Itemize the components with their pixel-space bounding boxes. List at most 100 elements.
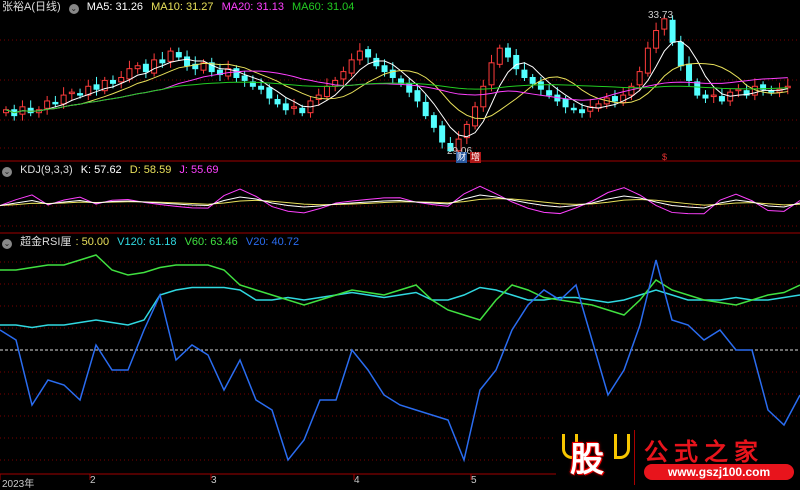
candle-down [439,125,446,143]
candle-down [504,47,511,58]
kdj-j: J: 55.69 [179,164,219,176]
candle-down [546,90,553,96]
candle-down [430,115,437,128]
ma5-value: MA5: 31.26 [86,1,144,13]
logo-url: www.gszj100.com [644,464,794,480]
candle-up [653,30,660,49]
high-price-label: 33.73 [648,10,674,21]
candle-down [381,65,388,73]
logo-glyph: 股 [570,441,604,479]
candle-down [768,90,775,93]
candle-down [677,41,684,67]
axis-label-apr: 4 [354,475,360,486]
ma10-value: MA10: 31.27 [151,1,214,13]
rsi-panel-header: ⌄ 超金RSI厘 : 50.00 V120: 61.18 V60: 63.46 … [2,236,304,249]
horn-icon [614,434,630,459]
candle-up [118,76,125,83]
candle-up [68,91,75,95]
increase-marker[interactable]: 增 [470,152,482,163]
candle-up [472,106,479,127]
candle-down [570,107,577,111]
dividend-marker[interactable]: $ [661,152,668,163]
candle-down [579,109,586,114]
period-label: (日线) [31,1,61,13]
candle-down [299,107,306,114]
candle-up [60,94,67,105]
logo-divider [634,430,635,485]
rsi-v20: V20: 40.72 [245,236,300,248]
dropdown-icon[interactable]: ⌄ [2,239,12,249]
main-panel-header: 张裕A(日线) ⌄ MA5: 31.26 MA10: 31.27 MA20: 3… [2,1,359,14]
candle-down [414,90,421,102]
candle-down [702,94,709,99]
kdj-d: D: 58.59 [129,164,172,176]
kdj-name: KDJ(9,3,3) [20,164,73,176]
candle-down [109,79,116,84]
candle-down [562,98,569,108]
candle-down [686,63,693,81]
kdj-j-line [0,185,800,215]
candle-down [282,103,289,111]
candle-down [27,107,34,114]
candle-down [52,101,59,105]
candle-down [233,68,240,78]
candle-up [710,94,717,98]
candle-down [718,96,725,102]
watermark-logo: 股 公式之家 www.gszj100.com [556,428,800,487]
axis-label-year: 2023年 [2,479,35,490]
candle-down [694,81,701,96]
ma5-line [5,40,788,138]
candle-up [291,106,298,109]
candle-down [669,19,676,43]
candle-up [134,65,141,70]
candle-down [142,63,149,73]
axis-label-mar: 3 [211,475,217,486]
candle-up [44,100,51,109]
candle-up [356,50,363,61]
candle-down [529,76,536,84]
candle-down [537,81,544,90]
candle-up [340,71,347,80]
axis-label-feb: 2 [90,475,96,486]
rsi-base: : 50.00 [75,236,110,248]
candle-up [644,47,651,74]
candle-up [151,59,158,74]
candle-down [184,56,191,67]
candle-down [266,87,273,99]
candle-up [636,71,643,86]
candle-up [167,50,174,62]
candle-down [274,98,281,105]
logo-title: 公式之家 [644,437,764,466]
axis-label-may: 5 [471,475,477,486]
candle-down [365,49,372,58]
candle-down [77,93,84,96]
ma60-value: MA60: 31.04 [292,1,355,13]
candle-down [159,59,166,64]
candle-up [735,88,742,92]
dropdown-icon[interactable]: ⌄ [68,4,79,14]
rsi-name: 超金RSI厘 [20,236,72,248]
ma20-value: MA20: 31.13 [221,1,284,13]
ma10-line [5,62,788,120]
dropdown-icon[interactable]: ⌄ [2,167,12,177]
financial-report-marker[interactable]: 财 [456,152,468,163]
rsi-v120-line [0,286,800,329]
candle-down [258,85,265,90]
ma60-line [5,81,788,114]
candle-up [348,59,355,74]
stock-name: 张裕A [2,1,32,13]
candle-down [611,96,618,102]
candle-up [323,85,330,98]
candle-down [241,75,248,81]
kdj-k: K: 57.62 [80,164,122,176]
candle-up [496,47,503,65]
candle-down [93,84,100,90]
candle-down [521,69,528,78]
rsi-v60-line [0,254,800,321]
candle-up [126,68,133,80]
rsi-v60: V60: 63.46 [184,236,238,248]
candle-down [175,52,182,58]
kdj-panel-header: ⌄ KDJ(9,3,3) K: 57.62 D: 58.59 J: 55.69 [2,164,224,177]
rsi-v120: V120: 61.18 [117,236,177,248]
candle-up [488,62,495,86]
